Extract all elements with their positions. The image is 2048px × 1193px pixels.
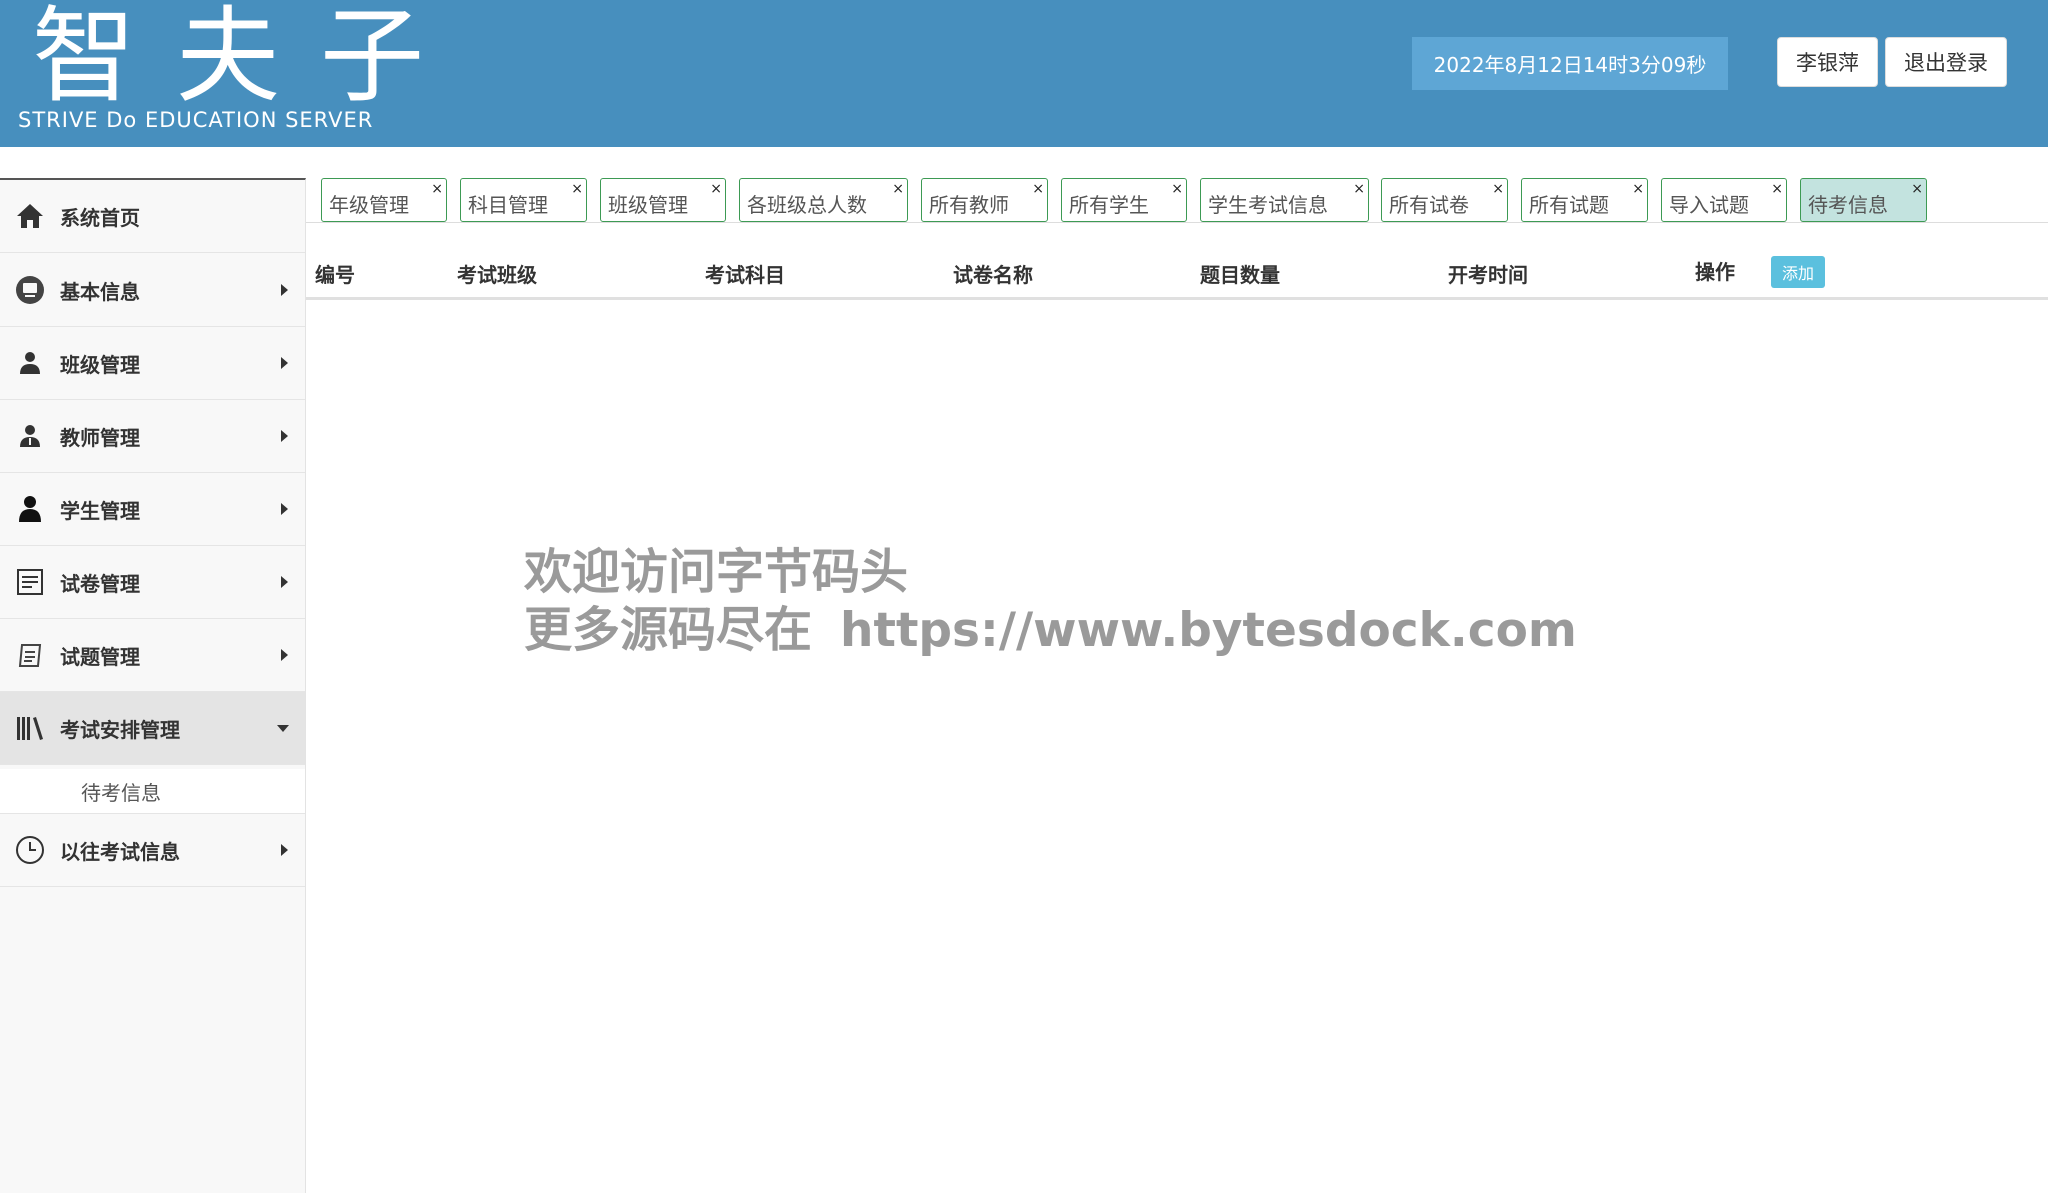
close-icon[interactable]: × xyxy=(1353,181,1365,197)
home-icon xyxy=(15,201,45,231)
close-icon[interactable]: × xyxy=(892,181,904,197)
sidebar-item-label: 以往考试信息 xyxy=(60,839,180,864)
table-header: 编号 考试班级 考试科目 试卷名称 题目数量 开考时间 操作 添加 xyxy=(306,242,2048,300)
user-group-icon xyxy=(15,348,45,378)
sidebar-item-label: 考试安排管理 xyxy=(60,717,180,742)
tab-label: 学生考试信息 xyxy=(1208,193,1328,217)
tab-label: 年级管理 xyxy=(329,193,409,217)
column-header: 试卷名称 xyxy=(953,263,1033,287)
caret-right-icon xyxy=(281,357,288,369)
sidebar-subitem-pending-exams[interactable]: 待考信息 xyxy=(0,769,305,814)
caret-right-icon xyxy=(281,649,288,661)
teacher-icon xyxy=(15,421,45,451)
logo-subtitle: STRIVE Do EDUCATION SERVER xyxy=(18,108,374,132)
close-icon[interactable]: × xyxy=(1632,181,1644,197)
sidebar-item-label: 班级管理 xyxy=(60,352,140,377)
tab-bar: 年级管理 × 科目管理 × 班级管理 × 各班级总人数 × 所有教师 × 所有学… xyxy=(306,178,2048,223)
sidebar-item-home[interactable]: 系统首页 xyxy=(0,180,305,253)
paper-icon xyxy=(15,567,45,597)
logo: 智夫子 STRIVE Do EDUCATION SERVER xyxy=(18,0,468,140)
tab-subject-management[interactable]: 科目管理 × xyxy=(460,178,587,222)
sidebar-item-label: 基本信息 xyxy=(60,279,140,304)
current-datetime: 2022年8月12日14时3分09秒 xyxy=(1412,37,1728,90)
sidebar-item-label: 学生管理 xyxy=(60,498,140,523)
tab-label: 班级管理 xyxy=(608,193,688,217)
tab-label: 导入试题 xyxy=(1669,193,1749,217)
logo-title: 智夫子 xyxy=(32,0,465,117)
sidebar-item-teacher-management[interactable]: 教师管理 xyxy=(0,400,305,473)
caret-right-icon xyxy=(281,844,288,856)
sidebar-item-label: 试卷管理 xyxy=(60,571,140,596)
tab-label: 所有教师 xyxy=(929,193,1009,217)
tab-grade-management[interactable]: 年级管理 × xyxy=(321,178,447,222)
column-header: 考试班级 xyxy=(457,263,537,287)
student-icon xyxy=(15,494,45,524)
close-icon[interactable]: × xyxy=(710,181,722,197)
close-icon[interactable]: × xyxy=(1911,181,1923,197)
tab-student-exam-info[interactable]: 学生考试信息 × xyxy=(1200,178,1369,222)
close-icon[interactable]: × xyxy=(1171,181,1183,197)
close-icon[interactable]: × xyxy=(431,181,443,197)
tab-label: 所有试卷 xyxy=(1389,193,1469,217)
close-icon[interactable]: × xyxy=(1032,181,1044,197)
watermark-line1: 欢迎访问字节码头 xyxy=(524,544,909,600)
tab-label: 所有试题 xyxy=(1529,193,1609,217)
table-body xyxy=(306,300,2048,1193)
tab-label: 待考信息 xyxy=(1808,193,1888,217)
top-header: 智夫子 STRIVE Do EDUCATION SERVER 2022年8月12… xyxy=(0,0,2048,147)
tab-pending-exams[interactable]: 待考信息 × xyxy=(1800,178,1927,222)
tab-all-students[interactable]: 所有学生 × xyxy=(1061,178,1187,222)
sidebar-item-past-exams[interactable]: 以往考试信息 xyxy=(0,814,305,887)
caret-right-icon xyxy=(281,284,288,296)
clock-icon xyxy=(15,835,45,865)
sidebar-item-label: 试题管理 xyxy=(60,644,140,669)
watermark-text: 更多源码尽在 xyxy=(524,602,813,658)
tab-all-teachers[interactable]: 所有教师 × xyxy=(921,178,1048,222)
column-header: 开考时间 xyxy=(1448,263,1528,287)
logout-button[interactable]: 退出登录 xyxy=(1885,37,2007,87)
tab-label: 各班级总人数 xyxy=(747,193,867,217)
tab-label: 所有学生 xyxy=(1069,193,1149,217)
tab-class-totals[interactable]: 各班级总人数 × xyxy=(739,178,908,222)
caret-right-icon xyxy=(281,430,288,442)
sidebar-item-exam-schedule[interactable]: 考试安排管理 xyxy=(0,692,305,765)
monitor-icon xyxy=(15,275,45,305)
books-icon xyxy=(15,713,45,743)
user-name-button[interactable]: 李银萍 xyxy=(1777,37,1878,87)
sidebar-item-class-management[interactable]: 班级管理 xyxy=(0,327,305,400)
watermark: 欢迎访问字节码头 更多源码尽在 https://www.bytesdock.com xyxy=(524,543,1577,660)
caret-right-icon xyxy=(281,503,288,515)
column-header: 编号 xyxy=(315,263,355,287)
watermark-url: https://www.bytesdock.com xyxy=(840,603,1577,658)
tab-all-papers[interactable]: 所有试卷 × xyxy=(1381,178,1508,222)
sidebar-item-label: 教师管理 xyxy=(60,425,140,450)
close-icon[interactable]: × xyxy=(571,181,583,197)
watermark-line2: 更多源码尽在 https://www.bytesdock.com xyxy=(524,601,1577,660)
column-header: 题目数量 xyxy=(1200,263,1280,287)
caret-down-icon xyxy=(277,724,289,732)
sidebar-item-basic-info[interactable]: 基本信息 xyxy=(0,254,305,327)
sidebar-item-label: 系统首页 xyxy=(60,205,140,230)
tab-label: 科目管理 xyxy=(468,193,548,217)
tab-import-questions[interactable]: 导入试题 × xyxy=(1661,178,1787,222)
caret-right-icon xyxy=(281,576,288,588)
sidebar-subitem-label: 待考信息 xyxy=(81,781,161,805)
column-header: 操作 xyxy=(1695,260,1735,284)
sidebar: 系统首页 基本信息 班级管理 教师管理 学生管理 试卷管理 试题管理 考试安排管… xyxy=(0,178,306,1193)
close-icon[interactable]: × xyxy=(1492,181,1504,197)
close-icon[interactable]: × xyxy=(1771,181,1783,197)
add-button[interactable]: 添加 xyxy=(1771,256,1825,288)
sidebar-item-student-management[interactable]: 学生管理 xyxy=(0,473,305,546)
question-icon xyxy=(15,640,45,670)
tab-all-questions[interactable]: 所有试题 × xyxy=(1521,178,1648,222)
tab-class-management[interactable]: 班级管理 × xyxy=(600,178,726,222)
sidebar-item-paper-management[interactable]: 试卷管理 xyxy=(0,546,305,619)
column-header: 考试科目 xyxy=(705,263,785,287)
sidebar-item-question-management[interactable]: 试题管理 xyxy=(0,619,305,692)
